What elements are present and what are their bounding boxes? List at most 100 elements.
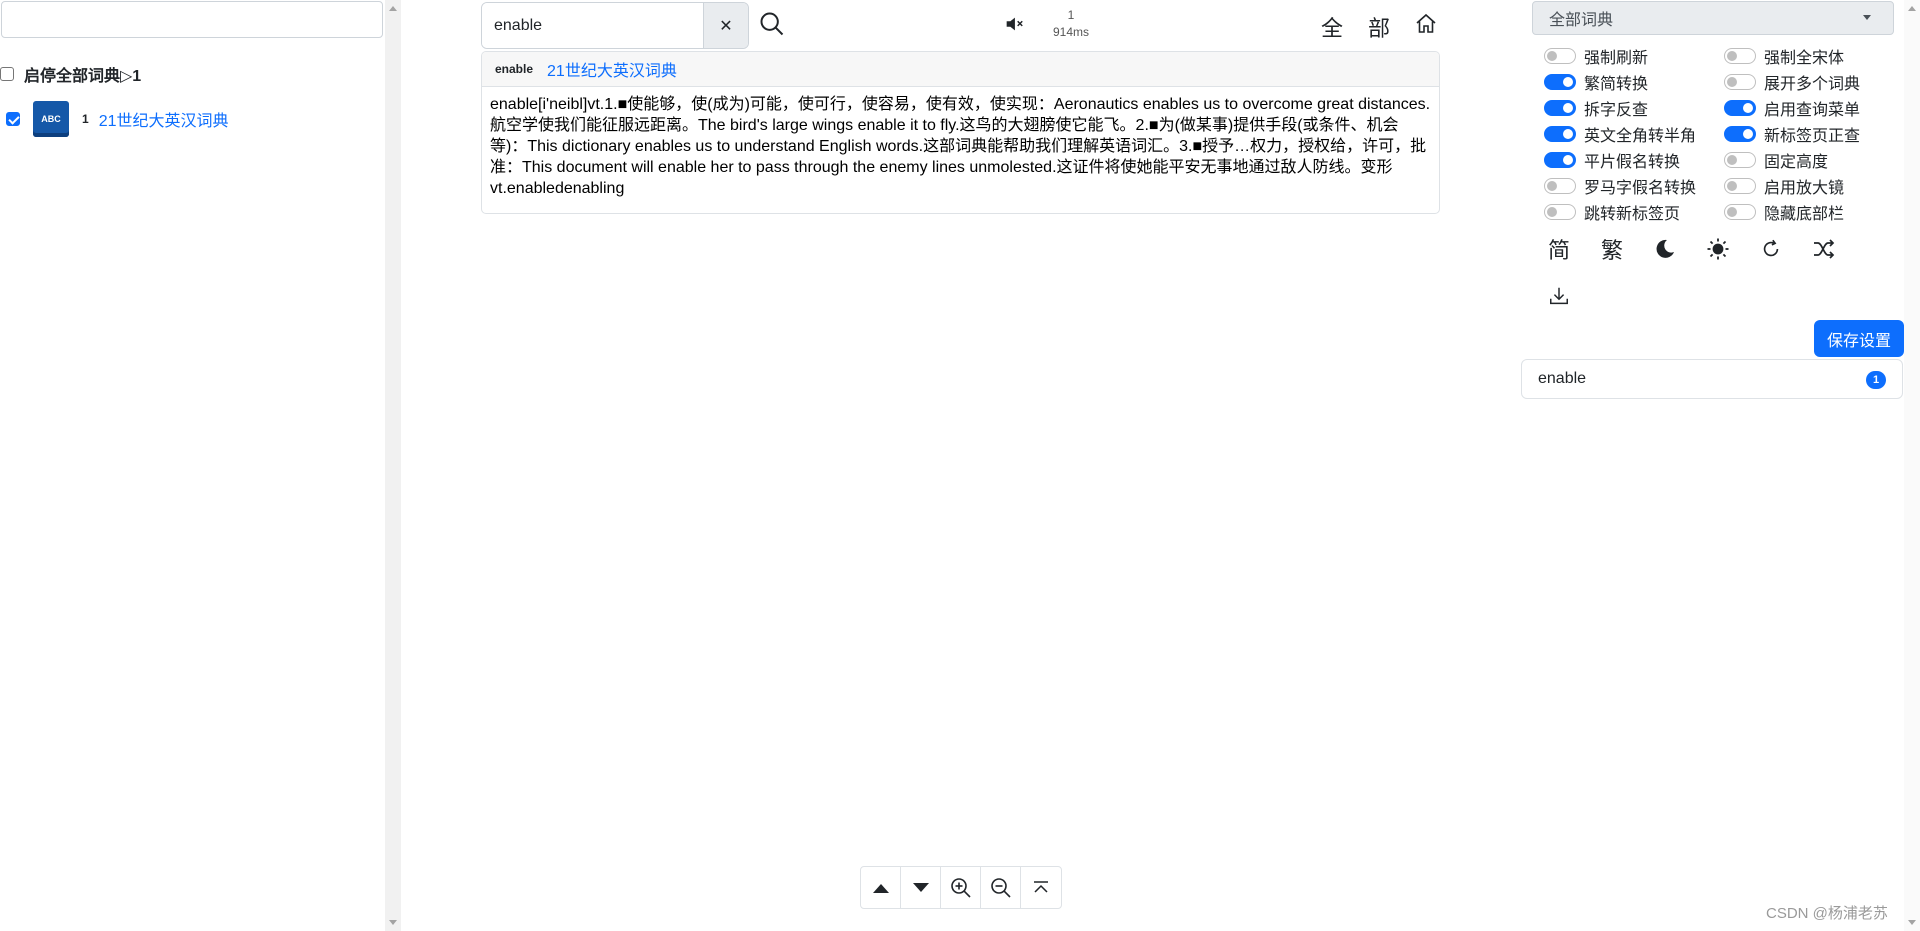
toggle-switch[interactable] bbox=[1724, 152, 1756, 168]
light-mode-button[interactable] bbox=[1702, 233, 1734, 265]
switch-force-refresh[interactable]: 强制刷新 bbox=[1544, 46, 1649, 67]
clear-search-button[interactable]: ✕ bbox=[703, 3, 748, 48]
switch-romaji-kana[interactable]: 罗马字假名转换 bbox=[1544, 176, 1697, 197]
random-button[interactable] bbox=[1808, 233, 1840, 265]
search-button[interactable] bbox=[758, 10, 786, 38]
search-icon bbox=[760, 12, 784, 36]
home-icon bbox=[1416, 13, 1436, 33]
result-card: enable 21世纪大英汉词典 enable[i'neibl]vt.1.■使能… bbox=[481, 51, 1440, 214]
mute-button[interactable] bbox=[1003, 13, 1025, 35]
download-button[interactable] bbox=[1543, 280, 1575, 312]
switch-force-songti[interactable]: 强制全宋体 bbox=[1724, 46, 1845, 67]
switch-label: 强制全宋体 bbox=[1764, 50, 1845, 67]
traditional-button[interactable]: 繁 bbox=[1596, 233, 1628, 265]
moon-icon bbox=[1656, 239, 1674, 258]
scroll-up-arrow-icon[interactable] bbox=[389, 6, 397, 11]
previous-button[interactable] bbox=[861, 867, 901, 908]
switch-hide-bottom-bar[interactable]: 隐藏底部栏 bbox=[1724, 202, 1845, 223]
history-list-item[interactable]: enable 1 bbox=[1521, 359, 1903, 399]
switch-jump-new-tab[interactable]: 跳转新标签页 bbox=[1544, 202, 1681, 223]
dictionary-select-value: 全部词典 bbox=[1549, 12, 1614, 29]
toggle-switch[interactable] bbox=[1544, 178, 1576, 194]
switch-kana-conversion[interactable]: 平片假名转换 bbox=[1544, 150, 1680, 171]
switch-label: 强制刷新 bbox=[1584, 50, 1649, 67]
switch-label: 新标签页正查 bbox=[1764, 128, 1861, 145]
scroll-top-button[interactable] bbox=[1021, 867, 1061, 908]
toggle-switch[interactable] bbox=[1544, 48, 1576, 64]
result-header: enable 21世纪大英汉词典 bbox=[482, 52, 1439, 87]
dictionary-select[interactable]: 全部词典 bbox=[1532, 1, 1894, 35]
toggle-switch[interactable] bbox=[1544, 74, 1576, 90]
dictionary-icon-text: ABC bbox=[41, 114, 61, 124]
caret-down-icon bbox=[912, 882, 929, 892]
left-scrollbar[interactable] bbox=[385, 0, 401, 931]
switch-fixed-height[interactable]: 固定高度 bbox=[1724, 150, 1829, 171]
toggle-all-dictionaries[interactable]: 启停全部词典▷1 bbox=[0, 64, 141, 85]
switch-new-tab-lookup[interactable]: 新标签页正查 bbox=[1724, 124, 1861, 145]
switch-label: 英文全角转半角 bbox=[1584, 128, 1697, 145]
switch-magnifier[interactable]: 启用放大镜 bbox=[1724, 176, 1844, 197]
switch-traditional-simplified[interactable]: 繁简转换 bbox=[1544, 72, 1649, 93]
toggle-switch[interactable] bbox=[1724, 178, 1756, 194]
toggle-all-checkbox[interactable] bbox=[0, 67, 14, 81]
result-word: enable bbox=[495, 62, 534, 76]
history-count-badge: 1 bbox=[1866, 371, 1886, 389]
right-scrollbar[interactable] bbox=[1904, 0, 1920, 931]
zoom-out-button[interactable] bbox=[981, 867, 1021, 908]
arrow-to-top-icon bbox=[1034, 880, 1048, 893]
switch-fullwidth-halfwidth[interactable]: 英文全角转半角 bbox=[1544, 124, 1697, 145]
result-count: 1 bbox=[1067, 8, 1075, 22]
switch-component-lookup[interactable]: 拆字反查 bbox=[1544, 98, 1648, 119]
radical-button[interactable]: 部 bbox=[1368, 11, 1390, 43]
switch-label: 罗马字假名转换 bbox=[1584, 180, 1697, 197]
switch-label: 展开多个词典 bbox=[1764, 76, 1861, 93]
refresh-button[interactable] bbox=[1755, 233, 1787, 265]
toggle-switch[interactable] bbox=[1724, 100, 1756, 116]
scroll-down-arrow-icon[interactable] bbox=[1908, 920, 1916, 925]
toggle-switch[interactable] bbox=[1724, 74, 1756, 90]
bottom-toolbar bbox=[860, 866, 1062, 909]
switch-label: 繁简转换 bbox=[1584, 76, 1649, 93]
switch-label: 跳转新标签页 bbox=[1584, 206, 1681, 223]
volume-mute-icon bbox=[1006, 17, 1023, 31]
dictionary-name-link[interactable]: 21世纪大英汉词典 bbox=[99, 107, 229, 131]
refresh-icon bbox=[1763, 239, 1779, 257]
sun-icon bbox=[1707, 238, 1729, 260]
switch-label: 隐藏底部栏 bbox=[1764, 206, 1845, 223]
dictionary-item[interactable]: ABC 1 21世纪大英汉词典 bbox=[0, 100, 229, 138]
zoom-in-button[interactable] bbox=[941, 867, 981, 908]
toggle-switch[interactable] bbox=[1544, 204, 1576, 220]
history-word: enable bbox=[1538, 370, 1587, 387]
dictionary-filter-input[interactable] bbox=[1, 1, 383, 38]
dictionary-checkbox[interactable] bbox=[6, 112, 20, 126]
query-time: 914ms bbox=[1052, 25, 1090, 39]
caret-up-icon bbox=[872, 883, 889, 893]
scroll-down-arrow-icon[interactable] bbox=[389, 920, 397, 925]
dark-mode-button[interactable] bbox=[1649, 233, 1681, 265]
search-input[interactable] bbox=[482, 3, 703, 48]
next-button[interactable] bbox=[901, 867, 941, 908]
switch-expand-dictionaries[interactable]: 展开多个词典 bbox=[1724, 72, 1861, 93]
switch-query-menu[interactable]: 启用查询菜单 bbox=[1724, 98, 1861, 119]
left-sidebar: 启停全部词典▷1 ABC 1 21世纪大英汉词典 bbox=[0, 0, 385, 931]
shuffle-icon bbox=[1814, 239, 1835, 259]
scroll-up-arrow-icon[interactable] bbox=[1908, 6, 1916, 11]
toggle-switch[interactable] bbox=[1544, 126, 1576, 142]
download-icon bbox=[1550, 287, 1568, 305]
save-settings-button[interactable]: 保存设置 bbox=[1814, 320, 1904, 357]
simplified-button[interactable]: 简 bbox=[1543, 233, 1575, 265]
main-content: ✕ 1 914ms 全 部 enable 21世纪大英汉词典 enable[i'… bbox=[401, 0, 1511, 931]
full-text-button[interactable]: 全 bbox=[1321, 11, 1343, 43]
home-button[interactable] bbox=[1414, 12, 1438, 36]
dictionary-book-icon: ABC bbox=[33, 101, 69, 137]
search-group: ✕ bbox=[481, 2, 749, 49]
switch-label: 固定高度 bbox=[1764, 154, 1829, 171]
switch-label: 启用查询菜单 bbox=[1764, 102, 1861, 119]
toggle-switch[interactable] bbox=[1544, 100, 1576, 116]
toggle-switch[interactable] bbox=[1544, 152, 1576, 168]
toggle-switch[interactable] bbox=[1724, 204, 1756, 220]
toggle-switch[interactable] bbox=[1724, 126, 1756, 142]
result-dictionary-link[interactable]: 21世纪大英汉词典 bbox=[547, 57, 677, 81]
toggle-switch[interactable] bbox=[1724, 48, 1756, 64]
query-timing: 1 914ms bbox=[1041, 7, 1101, 41]
